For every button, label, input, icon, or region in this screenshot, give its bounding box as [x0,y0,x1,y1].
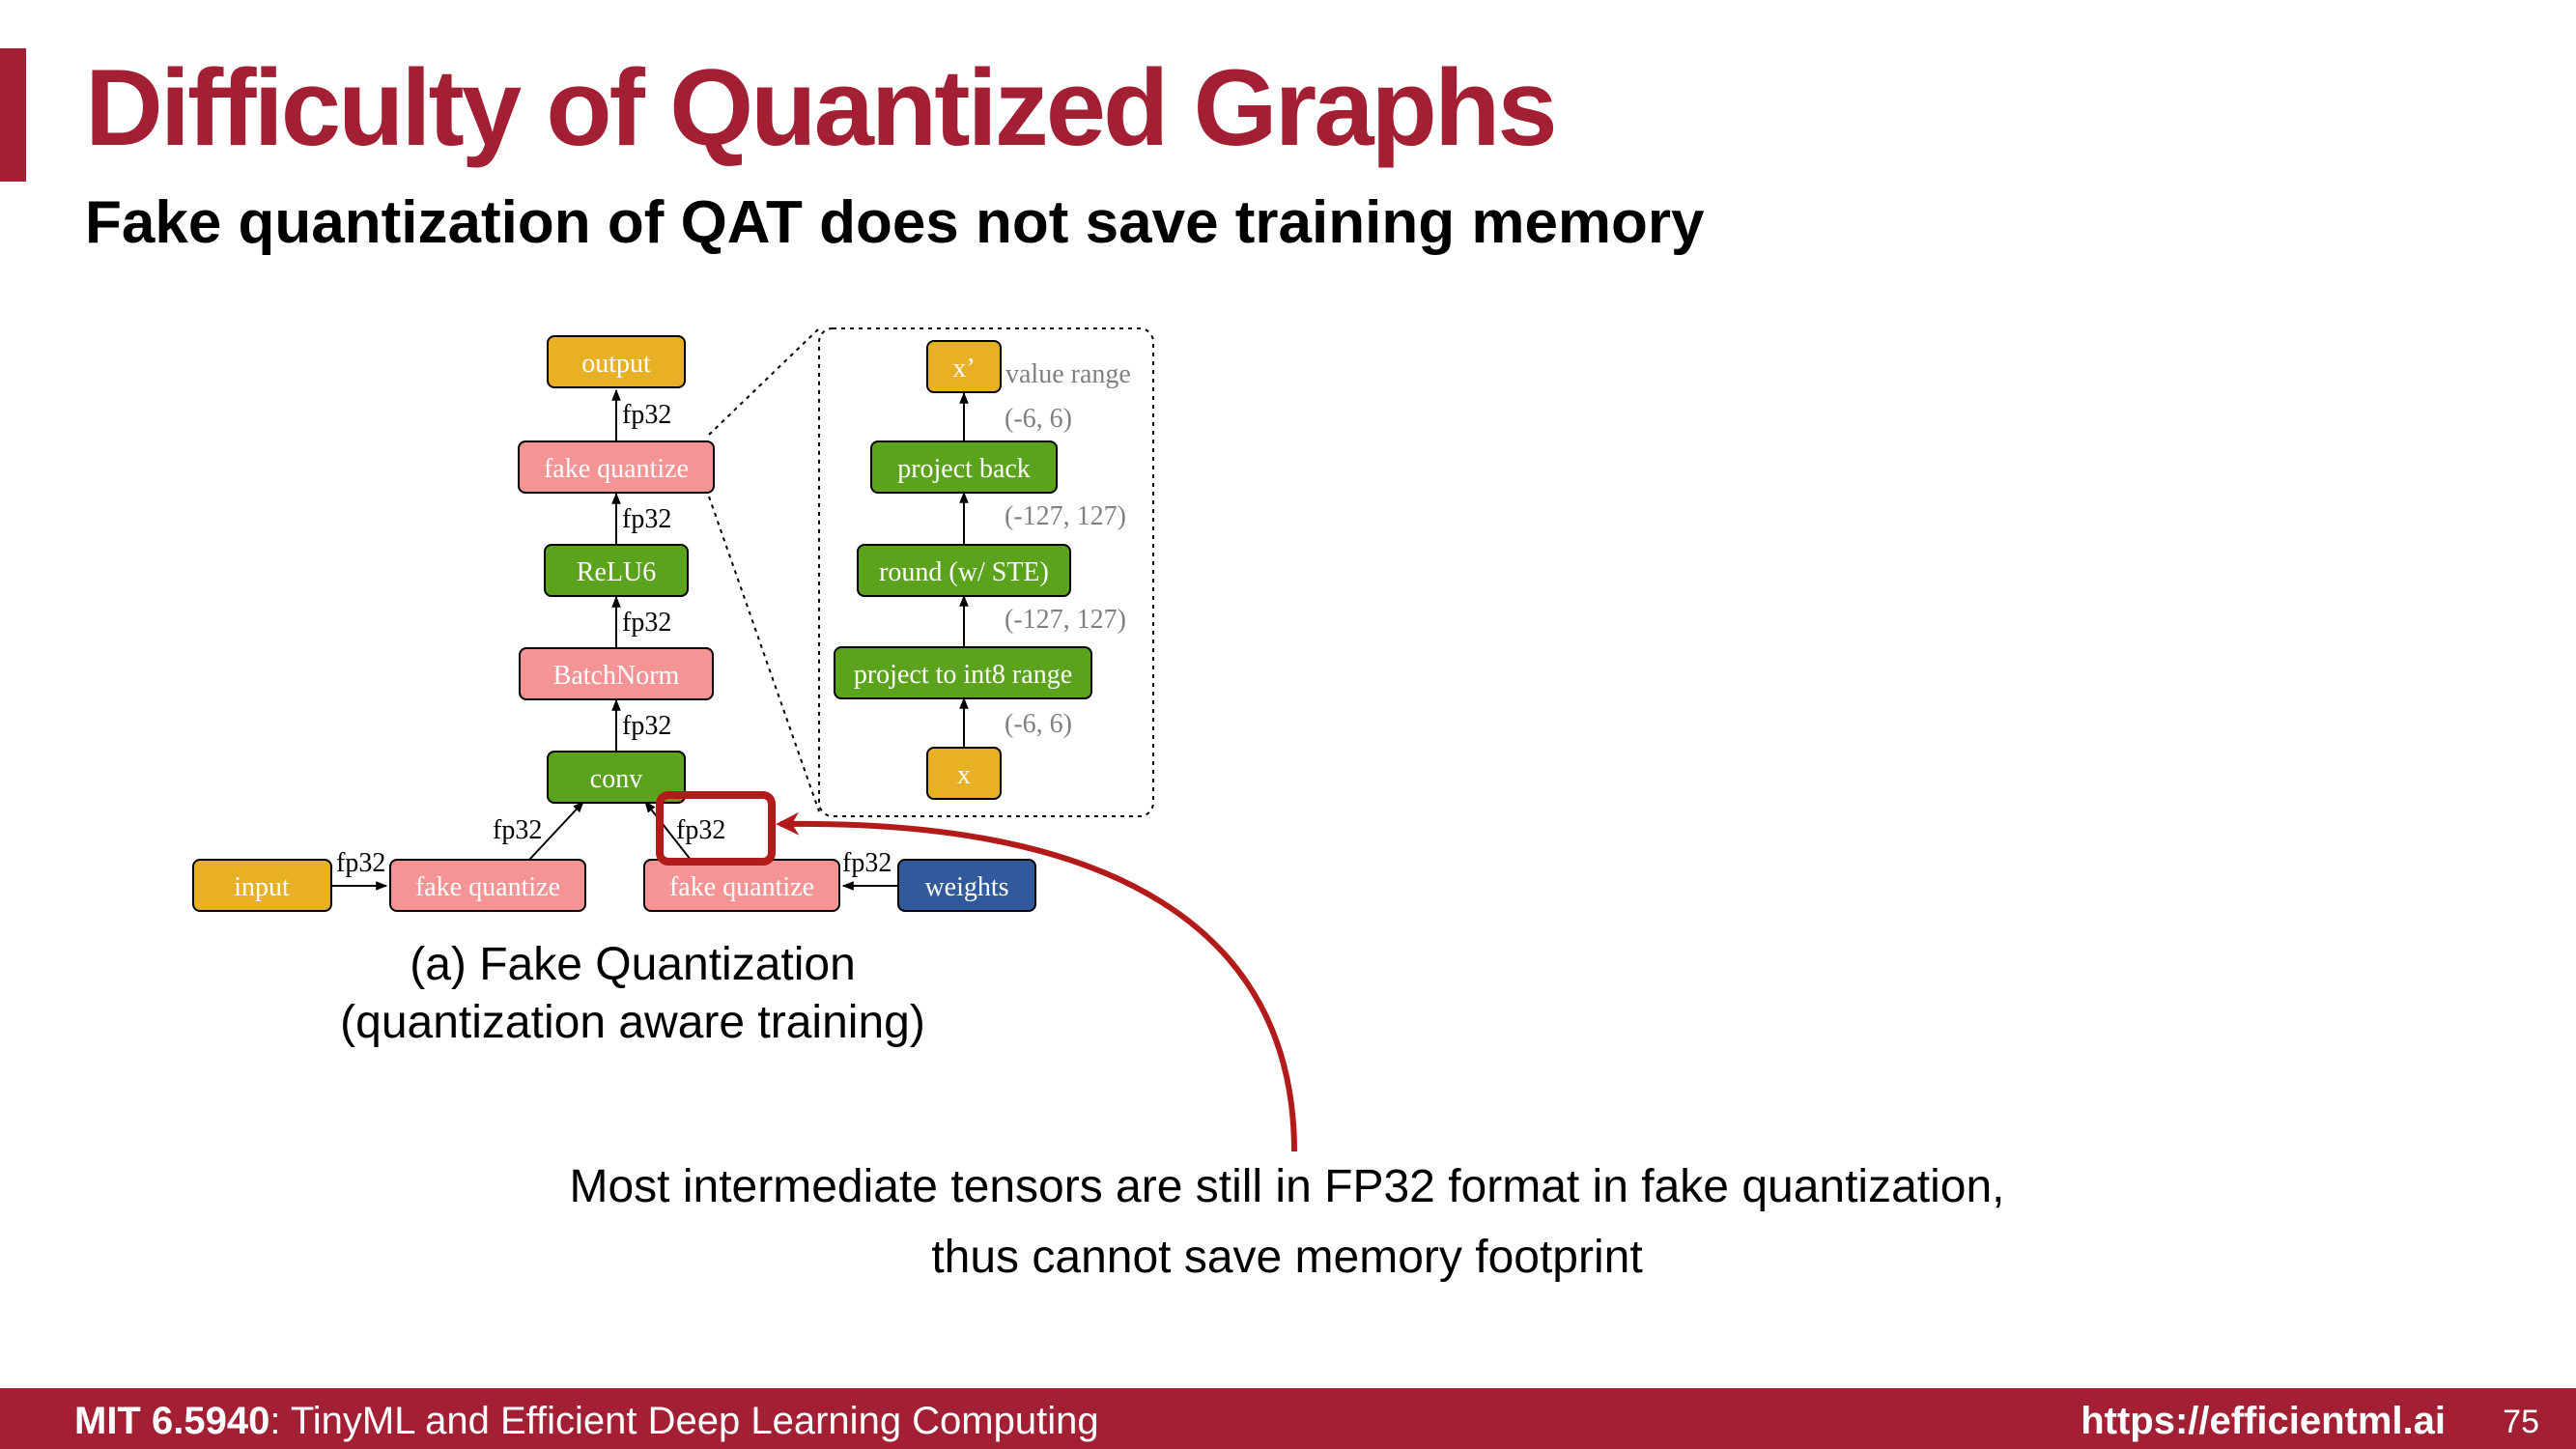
range-fp-in: (-6, 6) [1005,709,1072,739]
node-batchnorm-label: BatchNorm [553,661,680,691]
node-fake-quantize-weights: fake quantize [643,859,840,912]
range-int8-after-round: (-127, 127) [1005,501,1126,531]
node-fake-quantize-top: fake quantize [518,440,715,494]
edge-label-fp32: fp32 [622,711,671,741]
node-x-prime-label: x’ [952,354,975,384]
node-output: output [547,335,686,388]
node-round-ste-label: round (w/ STE) [879,557,1049,587]
node-project-int8: project to int8 range [834,646,1092,699]
node-x-label: x [957,760,971,790]
range-int8-before-round: (-127, 127) [1005,605,1126,635]
node-fake-quantize-input-label: fake quantize [415,872,560,902]
value-range-label: value range [1005,359,1131,389]
node-output-label: output [581,349,651,379]
edge-label-fp32: fp32 [842,848,892,878]
node-project-int8-label: project to int8 range [854,660,1072,690]
footer-course-code: MIT 6.5940 [74,1400,270,1442]
edge-label-fp32: fp32 [622,400,671,430]
edge-label-fp32: fp32 [622,504,671,534]
note-line2: thus cannot save memory footprint [931,1232,1643,1283]
node-fake-quantize-input: fake quantize [389,859,586,912]
edge-label-fp32: fp32 [493,815,542,845]
node-weights-label: weights [924,872,1008,902]
diagram-caption-line1: (a) Fake Quantization [410,939,856,990]
node-project-back-label: project back [897,454,1031,484]
node-round-ste: round (w/ STE) [857,544,1071,597]
node-project-back: project back [870,440,1058,494]
footer-course: MIT 6.5940: TinyML and Efficient Deep Le… [74,1400,1099,1443]
edge-label-fp32-highlighted: fp32 [676,815,725,845]
node-fake-quantize-weights-label: fake quantize [669,872,814,902]
note-line1: Most intermediate tensors are still in F… [569,1161,2005,1212]
footer-course-title: : TinyML and Efficient Deep Learning Com… [269,1400,1099,1442]
footer-bar: MIT 6.5940: TinyML and Efficient Deep Le… [0,1388,2576,1449]
footer-url-link[interactable]: https://efficientml.ai [2081,1400,2446,1443]
node-input-label: input [234,872,290,902]
node-weights: weights [897,859,1036,912]
node-relu6-label: ReLU6 [577,557,656,587]
node-x-prime: x’ [926,340,1002,393]
edge-label-fp32: fp32 [622,608,671,638]
node-conv-label: conv [590,764,642,794]
node-batchnorm: BatchNorm [519,647,714,700]
node-fake-quantize-top-label: fake quantize [544,454,689,484]
edge-label-fp32: fp32 [336,848,385,878]
node-input: input [192,859,332,912]
zoom-line-bottom [708,496,820,812]
page-number: 75 [2503,1404,2539,1440]
diagram-caption-line2: (quantization aware training) [340,997,925,1048]
node-relu6: ReLU6 [544,544,689,597]
node-x: x [926,747,1002,800]
zoom-line-top [708,327,820,436]
range-fp-out: (-6, 6) [1005,404,1072,434]
